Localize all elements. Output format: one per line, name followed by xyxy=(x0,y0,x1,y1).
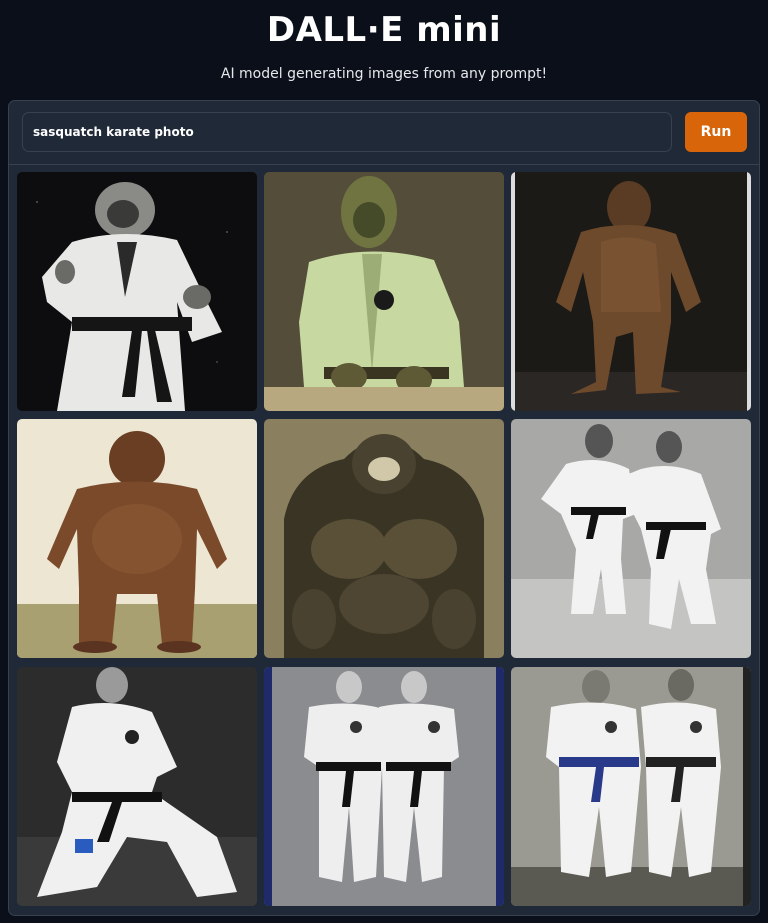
gallery-image[interactable] xyxy=(264,419,504,658)
prompt-row: Run xyxy=(9,101,759,165)
gallery-image[interactable] xyxy=(511,172,751,411)
run-button[interactable]: Run xyxy=(685,112,747,152)
image-gallery xyxy=(17,172,751,910)
page-subtitle: AI model generating images from any prom… xyxy=(220,66,548,82)
prompt-input[interactable] xyxy=(22,112,672,152)
gallery-image[interactable] xyxy=(17,667,257,906)
generator-panel: Run xyxy=(8,100,760,916)
gallery-image[interactable] xyxy=(17,172,257,411)
gallery-image[interactable] xyxy=(17,419,257,658)
gallery-image[interactable] xyxy=(264,172,504,411)
gallery-image[interactable] xyxy=(511,667,751,906)
gallery-image[interactable] xyxy=(264,667,504,906)
page-title: DALL·E mini xyxy=(266,10,502,50)
gallery-image[interactable] xyxy=(511,419,751,658)
